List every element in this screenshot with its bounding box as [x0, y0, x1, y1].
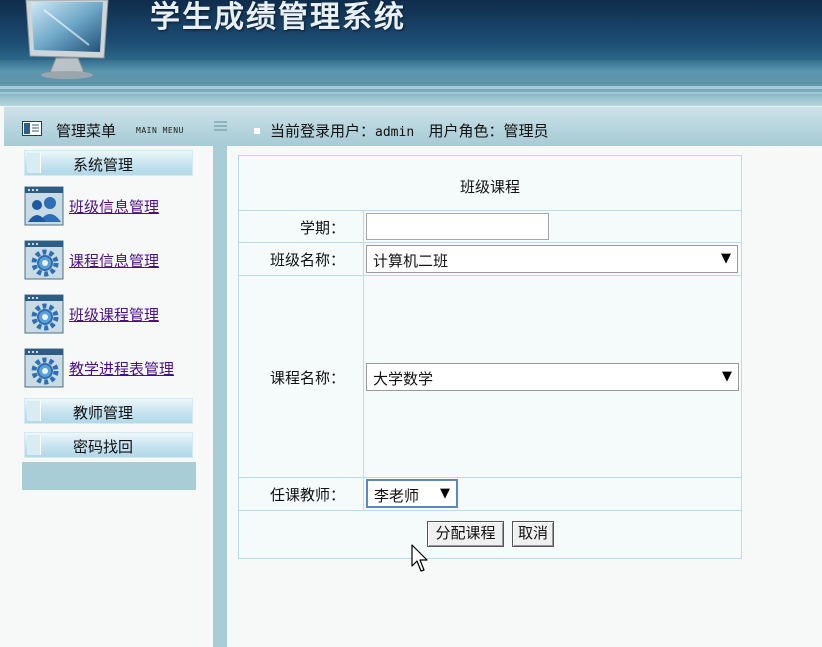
banner-stripe: [0, 92, 822, 94]
menu-bar: 管理菜单 MAIN MENU 当前登录用户：admin 用户角色：管理员: [4, 106, 822, 146]
sidebar-item-teaching-schedule[interactable]: 教学进程表管理: [24, 348, 204, 390]
course-name-label: 课程名称：: [269, 369, 345, 387]
semester-input[interactable]: [366, 213, 549, 240]
user-prefix: 当前登录用户：: [270, 122, 376, 140]
form-title: 班级课程: [459, 178, 520, 196]
mouse-cursor-icon: [411, 544, 428, 572]
row-divider: [239, 510, 741, 511]
user-role: 管理员: [503, 122, 549, 140]
sidebar-footer: [22, 462, 196, 490]
sidebar-item-course-info[interactable]: 课程信息管理: [24, 240, 204, 282]
system-title: 学生成绩管理系统: [150, 0, 406, 35]
bullet-icon: [254, 128, 260, 134]
monitor-icon: [25, 0, 109, 79]
assign-course-button[interactable]: 分配课程: [427, 521, 504, 547]
section-tab: [27, 401, 41, 421]
sidebar: 系统管理 班级信息管理 课程信息管理 班级课程管理 教学进程表管理 教师管理 密…: [4, 146, 213, 647]
row-divider: [239, 242, 741, 243]
gear-icon: [24, 294, 64, 334]
section-tab: [27, 435, 41, 455]
class-name-select[interactable]: 计算机二班 ▼: [366, 245, 738, 273]
sidebar-section-system[interactable]: 系统管理: [24, 150, 193, 176]
section-label: 教师管理: [73, 404, 134, 422]
sidebar-item-label: 班级信息管理: [69, 198, 160, 216]
dropdown-arrow-icon: ▼: [440, 486, 450, 501]
sidebar-item-label: 课程信息管理: [69, 252, 160, 270]
header-banner: 学生成绩管理系统: [0, 0, 822, 106]
row-divider: [239, 477, 741, 478]
sidebar-item-class-course[interactable]: 班级课程管理: [24, 294, 204, 336]
dropdown-arrow-icon: ▼: [721, 251, 731, 266]
course-name-value: 大学数学: [373, 370, 434, 388]
sidebar-section-password[interactable]: 密码找回: [24, 432, 193, 458]
column-divider: [363, 210, 364, 510]
username: admin: [375, 125, 415, 140]
sidebar-section-teacher[interactable]: 教师管理: [24, 398, 193, 424]
teacher-value: 李老师: [374, 487, 420, 505]
course-name-select[interactable]: 大学数学 ▼: [366, 363, 739, 391]
gear-icon: [24, 348, 64, 388]
dropdown-arrow-icon: ▼: [722, 369, 732, 384]
menu-title: 管理菜单: [56, 122, 117, 140]
teacher-label: 任课教师：: [269, 486, 345, 504]
sidebar-item-class-info[interactable]: 班级信息管理: [24, 186, 204, 228]
class-course-form: 班级课程 学期： 班级名称： 计算机二班 ▼ 课程名称： 大学数学 ▼ 任课教师…: [238, 155, 742, 559]
sidebar-item-label: 教学进程表管理: [69, 360, 175, 378]
cancel-button[interactable]: 取消: [512, 521, 554, 547]
menu-lines-icon: [214, 121, 227, 131]
sidebar-item-label: 班级课程管理: [69, 306, 160, 324]
users-icon: [24, 186, 64, 226]
section-label: 密码找回: [73, 438, 134, 456]
section-label: 系统管理: [73, 156, 134, 174]
row-divider: [239, 275, 741, 276]
role-prefix: 用户角色：: [428, 122, 504, 140]
class-name-value: 计算机二班: [373, 252, 449, 270]
teacher-select[interactable]: 李老师 ▼: [366, 479, 458, 508]
menu-subtitle: MAIN MENU: [136, 126, 184, 135]
gear-icon: [24, 240, 64, 280]
banner-stripe: [0, 86, 822, 89]
user-info: 当前登录用户：admin 用户角色：管理员: [270, 120, 549, 141]
menu-panel-icon: [22, 121, 42, 136]
semester-label: 学期：: [299, 219, 345, 237]
sidebar-divider: [213, 146, 227, 647]
row-divider: [239, 210, 741, 211]
class-name-label: 班级名称：: [269, 251, 345, 269]
section-tab: [27, 153, 41, 173]
banner-band: [0, 60, 822, 82]
